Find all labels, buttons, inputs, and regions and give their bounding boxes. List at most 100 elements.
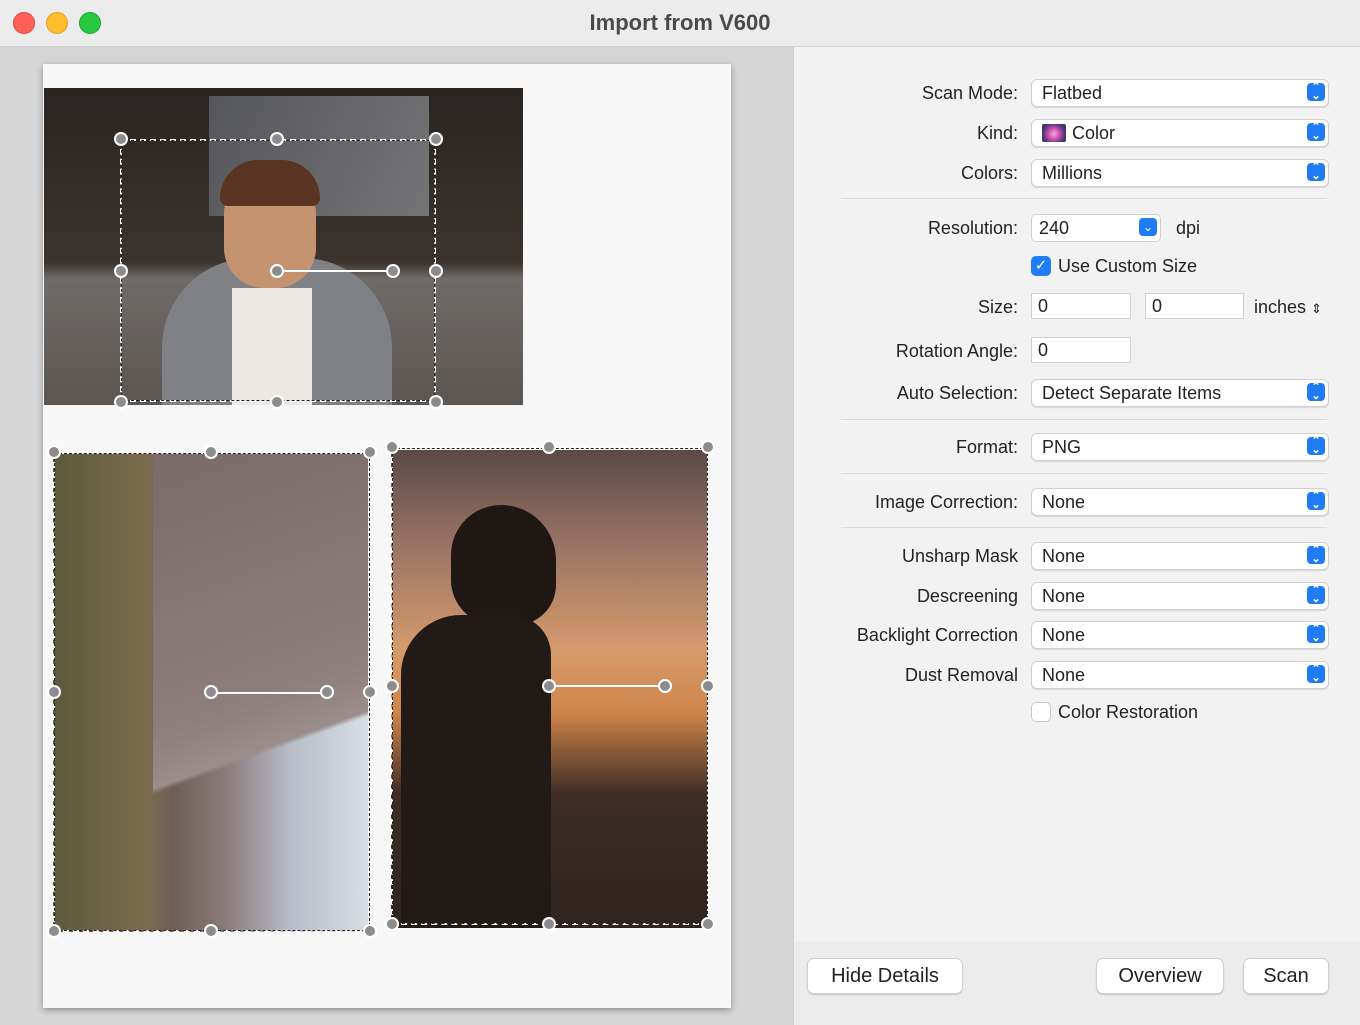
resolution-row: Resolution: 240 ⌄ dpi (794, 214, 1360, 244)
scanner-window: Import from V600 Scan Mode: Flatbed ⌃ ⌄ … (0, 0, 1360, 1025)
backlight-correction-value: None (1042, 625, 1086, 645)
format-popup[interactable]: PNG ⌃ ⌄ (1031, 433, 1329, 461)
color-restoration-checkbox[interactable] (1031, 702, 1051, 722)
descreening-value: None (1042, 586, 1086, 606)
rotation-handle[interactable] (270, 264, 284, 278)
size-unit-value: inches (1254, 297, 1307, 317)
backlight-correction-popup[interactable]: None ⌃ ⌄ (1031, 621, 1329, 649)
resize-handle[interactable] (701, 440, 715, 454)
kind-popup[interactable]: Color ⌃ ⌄ (1031, 119, 1329, 147)
divider (841, 419, 1327, 420)
rotation-handle[interactable] (320, 685, 334, 699)
popup-arrows-icon: ⌃ ⌄ (1307, 545, 1325, 565)
resize-handle[interactable] (114, 132, 128, 146)
rotation-line-3 (549, 685, 665, 687)
size-unit-popup[interactable]: inches ⇕ (1254, 297, 1322, 318)
resize-handle[interactable] (363, 685, 377, 699)
popup-arrows-icon: ⌃ ⌄ (1307, 585, 1325, 605)
scan-mode-popup[interactable]: Flatbed ⌃ ⌄ (1031, 79, 1329, 107)
color-restoration-label: Color Restoration (1058, 702, 1199, 722)
rotation-handle[interactable] (204, 685, 218, 699)
resize-handle[interactable] (429, 264, 443, 278)
overview-button[interactable]: Overview (1096, 958, 1224, 994)
resolution-unit: dpi (1176, 218, 1201, 238)
window-title: Import from V600 (589, 10, 771, 35)
scan-button[interactable]: Scan (1243, 958, 1329, 994)
resize-handle[interactable] (114, 395, 128, 409)
resize-handle[interactable] (363, 924, 377, 938)
kind-value: Color (1072, 123, 1116, 143)
dust-removal-popup[interactable]: None ⌃ ⌄ (1031, 661, 1329, 689)
resize-handle[interactable] (429, 395, 443, 409)
auto-selection-value: Detect Separate Items (1042, 383, 1222, 403)
resize-handle[interactable] (270, 395, 284, 409)
resize-handle[interactable] (47, 445, 61, 459)
color-flower-icon (1042, 124, 1066, 142)
size-height-field[interactable]: 0 (1145, 293, 1244, 319)
unsharp-mask-row: Unsharp Mask None ⌃ ⌄ (794, 542, 1360, 572)
rotation-handle[interactable] (658, 679, 672, 693)
unsharp-mask-popup[interactable]: None ⌃ ⌄ (1031, 542, 1329, 570)
auto-selection-popup[interactable]: Detect Separate Items ⌃ ⌄ (1031, 379, 1329, 407)
resolution-combo[interactable]: 240 ⌄ (1031, 214, 1161, 242)
divider (841, 473, 1327, 474)
resize-handle[interactable] (47, 924, 61, 938)
dust-removal-label: Dust Removal (904, 665, 1018, 685)
descreening-popup[interactable]: None ⌃ ⌄ (1031, 582, 1329, 610)
resize-handle[interactable] (114, 264, 128, 278)
rotation-angle-field[interactable]: 0 (1031, 337, 1131, 363)
resize-handle[interactable] (204, 924, 218, 938)
rotation-handle[interactable] (542, 679, 556, 693)
resize-handle[interactable] (363, 445, 377, 459)
kind-label: Kind: (976, 123, 1018, 143)
divider (841, 527, 1327, 528)
resize-handle[interactable] (47, 685, 61, 699)
resize-handle[interactable] (204, 445, 218, 459)
descreening-label: Descreening (916, 586, 1018, 606)
unsharp-mask-value: None (1042, 546, 1086, 566)
resize-handle[interactable] (385, 440, 399, 454)
backlight-correction-label: Backlight Correction (856, 625, 1018, 645)
rotation-line-2 (211, 692, 327, 694)
title-bar: Import from V600 (0, 0, 1360, 47)
resize-handle[interactable] (270, 132, 284, 146)
chevron-down-icon[interactable]: ⌄ (1139, 218, 1157, 236)
custom-size-row: ✓ Use Custom Size (794, 253, 1360, 283)
resize-handle[interactable] (542, 917, 556, 931)
descreening-row: Descreening None ⌃ ⌄ (794, 582, 1360, 612)
colors-popup[interactable]: Millions ⌃ ⌄ (1031, 159, 1329, 187)
popup-arrows-icon: ⌃ ⌄ (1307, 624, 1325, 644)
hide-details-button[interactable]: Hide Details (807, 958, 963, 994)
rotation-angle-value: 0 (1038, 340, 1049, 360)
resize-handle[interactable] (701, 917, 715, 931)
colors-row: Colors: Millions ⌃ ⌄ (794, 159, 1360, 189)
up-down-chevron-icon: ⇕ (1311, 301, 1322, 316)
checkmark-icon: ✓ (1034, 257, 1048, 274)
auto-selection-label: Auto Selection: (896, 383, 1018, 403)
unsharp-mask-label: Unsharp Mask (901, 546, 1018, 566)
popup-arrows-icon: ⌃ ⌄ (1307, 664, 1325, 684)
colors-label: Colors: (960, 163, 1018, 183)
resize-handle[interactable] (701, 679, 715, 693)
divider (841, 198, 1327, 199)
resolution-value: 240 (1039, 218, 1070, 238)
auto-selection-row: Auto Selection: Detect Separate Items ⌃ ⌄ (794, 379, 1360, 409)
use-custom-size-label: Use Custom Size (1058, 256, 1198, 276)
use-custom-size-checkbox[interactable]: ✓ (1031, 256, 1051, 276)
popup-arrows-icon: ⌃ ⌄ (1307, 491, 1325, 511)
popup-arrows-icon: ⌃ ⌄ (1307, 82, 1325, 102)
image-correction-value: None (1042, 492, 1086, 512)
resize-handle[interactable] (429, 132, 443, 146)
resolution-label: Resolution: (927, 218, 1018, 238)
image-correction-popup[interactable]: None ⌃ ⌄ (1031, 488, 1329, 516)
size-height-value: 0 (1152, 296, 1163, 316)
scan-preview-area (0, 47, 793, 1025)
size-width-field[interactable]: 0 (1031, 293, 1131, 319)
color-restoration-row: Color Restoration (794, 699, 1360, 729)
size-row: Size: 0 0 inches ⇕ (794, 293, 1360, 323)
rotation-handle[interactable] (386, 264, 400, 278)
resize-handle[interactable] (385, 917, 399, 931)
resize-handle[interactable] (542, 440, 556, 454)
resize-handle[interactable] (385, 679, 399, 693)
rotation-angle-row: Rotation Angle: 0 (794, 337, 1360, 367)
